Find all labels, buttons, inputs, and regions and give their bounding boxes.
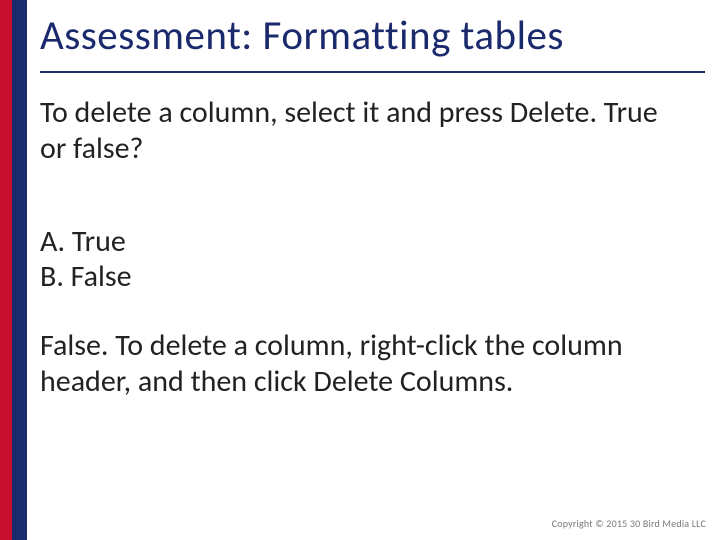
option-a: A. True: [40, 225, 690, 260]
slide-content: Assessment: Formatting tables To delete …: [40, 0, 720, 540]
accent-stripe-red: [0, 0, 12, 540]
answer-text: False. To delete a column, right-click t…: [40, 328, 690, 400]
copyright-text: Copyright © 2015 30 Bird Media LLC: [552, 517, 706, 530]
option-b: B. False: [40, 260, 690, 295]
question-text: To delete a column, select it and press …: [40, 95, 690, 167]
options-block: A. True B. False: [40, 225, 690, 294]
title-rule: [40, 71, 705, 73]
slide-title: Assessment: Formatting tables: [40, 14, 690, 59]
accent-stripe-blue: [12, 0, 27, 540]
